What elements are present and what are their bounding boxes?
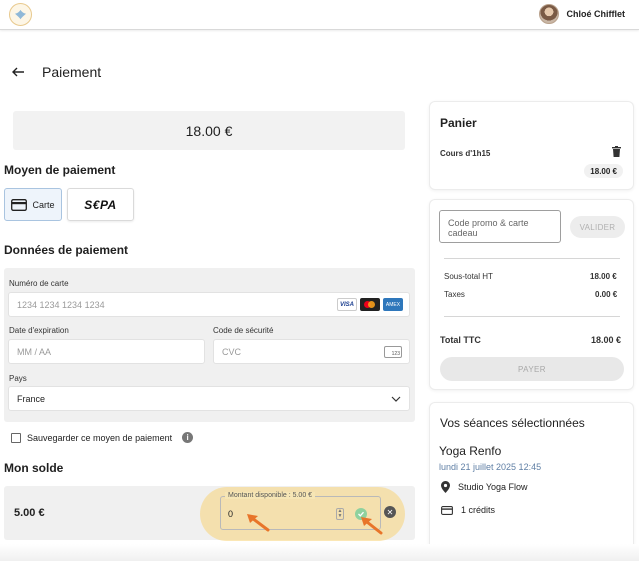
sepa-logo: S€PA [84,197,117,212]
cart-title: Panier [440,116,477,130]
cart-item-price: 18.00 € [584,164,623,178]
cart-item-name: Cours d'1h15 [440,149,491,158]
country-label: Pays [9,374,27,383]
back-arrow-icon[interactable] [10,64,26,80]
subtotal-value: 18.00 € [590,272,617,281]
balance-value: 5.00 € [14,507,45,519]
card-number-input[interactable]: 1234 1234 1234 1234 VISA AMEX [8,292,410,317]
credit-card-icon [441,505,453,515]
country-value: France [17,393,46,404]
save-method-checkbox[interactable] [11,432,21,443]
validate-button[interactable]: VALIDER [570,216,625,238]
balance-panel: 5.00 € Montant disponible : 5.00 € 0 ▲ ▼ … [4,486,415,541]
trash-icon[interactable] [612,146,621,157]
avatar[interactable] [538,4,559,24]
payment-data-title: Données de paiement [4,243,129,257]
logo-icon[interactable] [9,3,32,26]
annotation-arrow-icon [247,514,270,532]
visa-icon: VISA [337,298,357,311]
pay-button[interactable]: PAYER [440,357,624,381]
info-icon[interactable]: i [182,432,194,443]
top-bar: Chloé Chifflet [0,0,639,30]
total-label: Total TTC [440,335,481,345]
sessions-title: Vos séances sélectionnées [440,416,585,430]
cvc-card-icon: 123 [384,346,402,358]
expiry-label: Date d'expiration [9,326,69,335]
divider [444,258,620,259]
payment-form: Numéro de carte 1234 1234 1234 1234 VISA… [4,268,415,422]
mastercard-icon [360,298,380,311]
stepper-icon[interactable]: ▲ ▼ [336,508,344,520]
card-number-label: Numéro de carte [9,279,69,288]
amount-display: 18.00 € [13,111,405,150]
save-method-row: Sauvegarder ce moyen de paiement i [11,432,194,443]
cart-card: Panier Cours d'1h15 18.00 € [429,101,634,190]
session-location: Studio Yoga Flow [441,481,528,493]
amex-icon: AMEX [383,298,403,311]
annotation-arrow-icon [361,517,383,535]
security-code-label: Code de sécurité [213,326,274,335]
user-name[interactable]: Chloé Chifflet [567,9,626,19]
promo-code-input[interactable]: Code promo & carte cadeau [439,210,561,243]
available-amount-label: Montant disponible : 5.00 € [225,492,316,499]
cvc-placeholder: CVC [222,346,242,357]
taxes-label: Taxes [444,290,465,299]
balance-amount-input[interactable]: 0 [228,509,233,519]
divider [444,316,620,317]
payment-method-title: Moyen de paiement [4,163,116,177]
card-brands: VISA AMEX [337,298,403,311]
user-menu[interactable]: Chloé Chifflet [538,4,626,24]
balance-title: Mon solde [4,461,64,475]
location-pin-icon [441,481,450,493]
bottom-fade [0,544,639,561]
card-number-placeholder: 1234 1234 1234 1234 [17,299,105,310]
session-credits-text: 1 crédits [461,505,496,515]
total-value: 18.00 € [591,335,622,345]
country-select[interactable]: France [8,386,410,411]
save-method-label[interactable]: Sauvegarder ce moyen de paiement [27,433,172,443]
taxes-value: 0.00 € [595,290,618,299]
sepa-method-button[interactable]: S€PA [67,188,134,221]
session-name: Yoga Renfo [439,444,502,458]
credit-card-icon [11,198,28,211]
session-location-text: Studio Yoga Flow [458,482,528,492]
session-datetime: lundi 21 juillet 2025 12:45 [439,462,542,472]
close-icon[interactable]: ✕ [384,506,396,518]
chevron-down-icon [391,396,401,402]
sessions-card: Vos séances sélectionnées [429,402,634,552]
subtotal-label: Sous-total HT [444,272,493,281]
session-credits: 1 crédits [441,505,495,515]
amount-value: 18.00 € [185,122,233,139]
cvc-input[interactable]: CVC 123 [213,339,410,364]
expiry-placeholder: MM / AA [17,346,52,357]
page-title: Paiement [42,64,102,80]
expiry-input[interactable]: MM / AA [8,339,205,364]
card-method-label: Carte [32,199,55,210]
card-method-button[interactable]: Carte [4,188,62,221]
